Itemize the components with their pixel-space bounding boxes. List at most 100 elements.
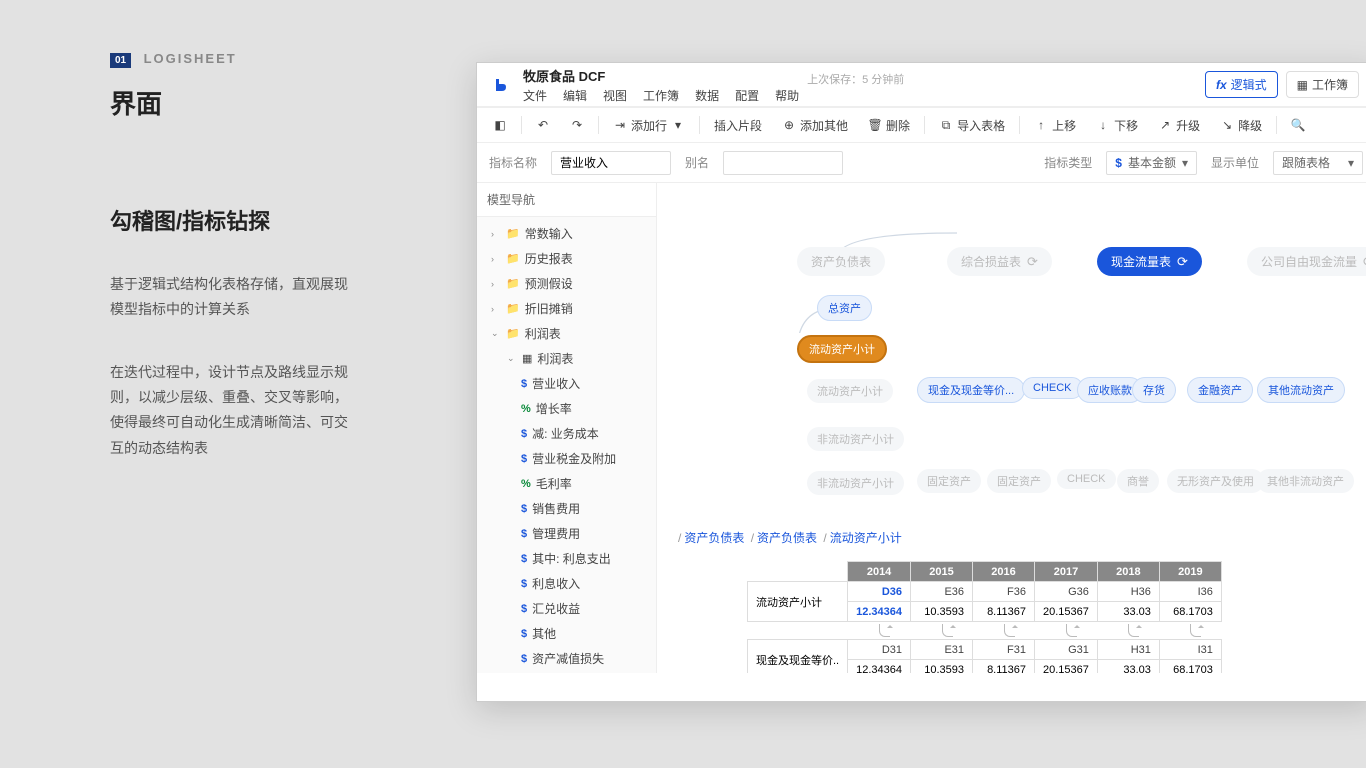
menu-edit[interactable]: 编辑 [563,87,587,104]
grid-cell[interactable]: H31 [1097,640,1159,660]
node-ghost-ci[interactable]: 综合损益表⟳ [947,247,1052,276]
node-ghost-leaf[interactable]: 无形资产及使用 [1167,469,1264,493]
grid-cell[interactable]: 33.03 [1097,602,1159,622]
tree-metric-item[interactable]: %增长率 [477,396,656,421]
workbook-mode-button[interactable]: ▦工作簿 [1286,71,1359,98]
grid-cell[interactable]: 12.34364 [848,602,911,622]
tree-metric-item[interactable]: $营业收入 [477,371,656,396]
metric-type-select[interactable]: $基本金额▾ [1106,151,1197,175]
move-up-button[interactable]: ↑上移 [1028,114,1082,137]
tree-metric-item[interactable]: $加: 公允价值变动收益 [477,671,656,673]
breadcrumb-item[interactable]: 资产负债表 [684,531,744,545]
grid-cell[interactable]: G36 [1035,582,1098,602]
node-ghost-leaf[interactable]: CHECK [1057,469,1116,489]
grid-cell[interactable]: 8.11367 [973,602,1035,622]
breadcrumb-item[interactable]: 流动资产小计 [830,531,902,545]
tree-table[interactable]: ⌄▦利润表 [477,346,656,371]
grid-cell[interactable]: D36 [848,582,911,602]
menu-data[interactable]: 数据 [695,87,719,104]
node-current-subtotal[interactable]: 流动资产小计 [797,335,887,363]
redo-button[interactable]: ↷ [564,115,590,135]
grid-cell[interactable]: G31 [1035,640,1098,660]
grid-cell[interactable]: 10.3593 [911,602,973,622]
node-leaf[interactable]: 金融资产 [1187,377,1253,403]
grid-cell[interactable]: 12.34364 [848,660,911,674]
grid-cell[interactable]: D31 [848,640,911,660]
node-ghost-leaf[interactable]: 固定资产 [987,469,1051,493]
tree-metric-item[interactable]: $销售费用 [477,496,656,521]
node-leaf[interactable]: 现金及现金等价... [917,377,1025,403]
move-down-button[interactable]: ↓下移 [1090,114,1144,137]
grid-cell[interactable]: 20.15367 [1035,660,1098,674]
diagram-canvas[interactable]: 资产负债表 综合损益表⟳ 现金流量表⟳ 公司自由现金流量⟳ 总资产 流动资产小计… [657,183,1366,673]
tree-folder[interactable]: ›📁折旧摊销 [477,296,656,321]
tree-metric-item[interactable]: $营业税金及附加 [477,446,656,471]
undo-button[interactable]: ↶ [530,115,556,135]
tree-folder-expanded[interactable]: ⌄📁利润表 [477,321,656,346]
display-unit-select[interactable]: 跟随表格▾ [1273,151,1363,175]
grid-cell[interactable]: F36 [973,582,1035,602]
menu-file[interactable]: 文件 [523,87,547,104]
tree-folder[interactable]: ›📁历史报表 [477,246,656,271]
grid-cell[interactable]: H36 [1097,582,1159,602]
menu-view[interactable]: 视图 [603,87,627,104]
tree-metric-item[interactable]: $资产减值损失 [477,646,656,671]
grid-cell[interactable]: 10.3593 [911,660,973,674]
year-header: 2015 [911,562,973,582]
grid-cell[interactable]: I31 [1159,640,1221,660]
insert-segment-button[interactable]: 插入片段 [708,114,768,137]
node-ghost[interactable]: 非流动资产小计 [807,427,904,451]
menu-config[interactable]: 配置 [735,87,759,104]
grid-cell[interactable]: I36 [1159,582,1221,602]
delete-button[interactable]: 🗑删除 [862,114,916,137]
grid-cell[interactable]: 8.11367 [973,660,1035,674]
tree-folder[interactable]: ›📁预测假设 [477,271,656,296]
node-total-assets[interactable]: 总资产 [817,295,872,321]
tree-metric-item[interactable]: $其中: 利息支出 [477,546,656,571]
titlebar: 牧原食品 DCF 文件 编辑 视图 工作簿 数据 配置 帮助 上次保存：5 分钟… [477,63,1366,107]
menu-workbook[interactable]: 工作簿 [643,87,679,104]
undo-icon: ↶ [536,118,550,132]
import-table-button[interactable]: ⧉导入表格 [933,114,1011,137]
tree-metric-item[interactable]: $管理费用 [477,521,656,546]
grid-cell[interactable]: 33.03 [1097,660,1159,674]
downgrade-button[interactable]: ↘降级 [1214,114,1268,137]
grid-cell[interactable]: E31 [911,640,973,660]
add-row-button[interactable]: ⇥添加行▾ [607,114,691,137]
dollar-icon: $ [1115,156,1122,170]
grid-cell[interactable]: 68.1703 [1159,660,1221,674]
tree-metric-item[interactable]: $其他 [477,621,656,646]
alias-input[interactable] [723,151,843,175]
add-other-button[interactable]: ⊕添加其他 [776,114,854,137]
node-ghost-bs[interactable]: 资产负债表 [797,247,885,276]
tree-metric-item[interactable]: $汇兑收益 [477,596,656,621]
search-button[interactable]: 🔍 [1285,115,1311,135]
tree-folder[interactable]: ›📁常数输入 [477,221,656,246]
panel-toggle-button[interactable]: ◧ [487,115,513,135]
metric-name-input[interactable] [551,151,671,175]
grid-cell[interactable]: 20.15367 [1035,602,1098,622]
grid-cell[interactable]: 68.1703 [1159,602,1221,622]
grid-cell[interactable]: E36 [911,582,973,602]
tree-metric-item[interactable]: %毛利率 [477,471,656,496]
tree-metric-item[interactable]: $减: 业务成本 [477,421,656,446]
breadcrumb-item[interactable]: 资产负债表 [757,531,817,545]
data-grid[interactable]: 201420152016201720182019 流动资产小计D36E36F36… [747,561,1222,673]
node-ghost[interactable]: 非流动资产小计 [807,471,904,495]
node-leaf[interactable]: 存货 [1132,377,1176,403]
node-ghost[interactable]: 流动资产小计 [807,379,893,403]
logic-mode-button[interactable]: fx逻辑式 [1205,71,1278,98]
tree-metric-item[interactable]: $利息收入 [477,571,656,596]
node-leaf[interactable]: 其他流动资产 [1257,377,1345,403]
node-leaf[interactable]: CHECK [1022,377,1083,399]
node-cashflow[interactable]: 现金流量表⟳ [1097,247,1202,276]
node-ghost-fcf[interactable]: 公司自由现金流量⟳ [1247,247,1366,276]
app-window: 牧原食品 DCF 文件 编辑 视图 工作簿 数据 配置 帮助 上次保存：5 分钟… [476,62,1366,702]
grid-cell[interactable]: F31 [973,640,1035,660]
menubar: 文件 编辑 视图 工作簿 数据 配置 帮助 [523,85,799,104]
upgrade-button[interactable]: ↗升级 [1152,114,1206,137]
node-ghost-leaf[interactable]: 固定资产 [917,469,981,493]
menu-help[interactable]: 帮助 [775,87,799,104]
node-ghost-leaf[interactable]: 其他非流动资产 [1257,469,1354,493]
node-ghost-leaf[interactable]: 商誉 [1117,469,1159,493]
